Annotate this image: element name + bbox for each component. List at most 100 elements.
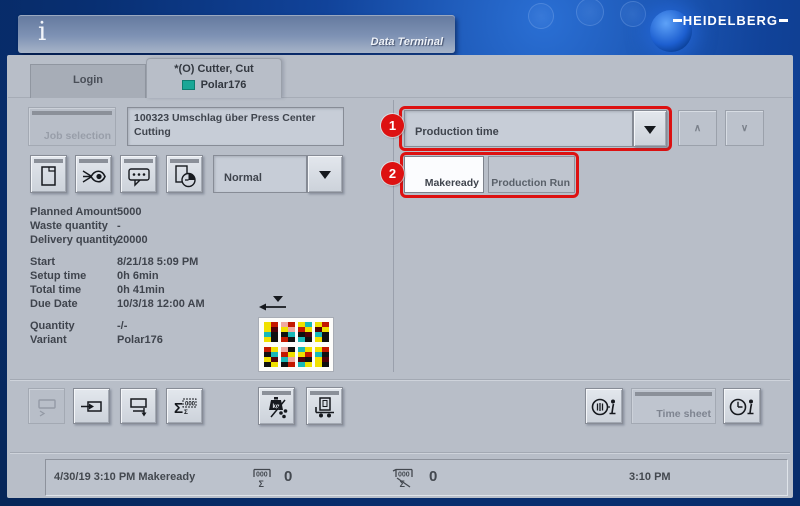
svg-text:Σ: Σ (259, 479, 265, 489)
thumbnail-colorbar-group (298, 322, 312, 342)
value-waste-quantity: - (117, 220, 121, 232)
svg-text:000: 000 (256, 472, 268, 479)
speed-mode-dropdown-button[interactable] (307, 155, 343, 193)
time-type-text: Production time (415, 126, 499, 138)
value-planned-amount: 5000 (117, 206, 142, 218)
waste-count-value: 0 (429, 468, 438, 485)
label-total-time: Total time (30, 284, 82, 296)
view-eye-icon (82, 170, 106, 183)
arrow-into-sheet-icon (81, 401, 102, 412)
thumbnail-colorbar-group (298, 347, 312, 367)
tab-cutter[interactable]: *(O) Cutter, Cut Polar176 (146, 58, 282, 98)
speed-mode-text: Normal (224, 172, 262, 184)
label-quantity: Quantity (30, 320, 75, 332)
deco-ring-2 (576, 0, 604, 26)
job-preview-button[interactable] (75, 155, 112, 193)
operator-time-button[interactable] (723, 388, 761, 424)
title-bar: i Data Terminal (18, 15, 455, 53)
makeready-label: Makeready (424, 177, 479, 189)
sheet-out-button[interactable] (120, 388, 157, 424)
deco-ring-3 (620, 1, 646, 27)
time-type-value[interactable]: Production time (404, 110, 633, 147)
logo-right-bar (779, 19, 788, 22)
label-due-date: Due Date (30, 298, 78, 310)
svg-text:Σ: Σ (184, 409, 188, 416)
cut-direction-arrow-icon (259, 296, 286, 311)
tab-cutter-title: *(O) Cutter, Cut (174, 63, 254, 75)
value-setup-time: 0h 6min (117, 270, 159, 282)
svg-text:000: 000 (398, 472, 410, 479)
pallet-trolley-icon (315, 397, 334, 418)
production-run-label: Production Run (491, 177, 570, 189)
sigma-counter-icon: Σ 000 Σ (174, 398, 197, 417)
makeready-button[interactable]: Makeready (404, 156, 484, 193)
time-sheet-button[interactable]: Time sheet (631, 388, 716, 424)
info-icon: i (38, 17, 47, 47)
svg-text:Σ: Σ (174, 400, 183, 417)
clock-person-icon (729, 398, 754, 416)
value-quantity: -/- (117, 320, 128, 332)
machine-status-icon (181, 80, 195, 90)
value-total-time: 0h 41min (117, 284, 165, 296)
job-info-line1: 100323 Umschlag über Press Center (134, 112, 316, 124)
tally-person-icon (591, 398, 616, 416)
counter-total-button[interactable]: Σ 000 Σ (166, 388, 203, 424)
deco-ring-1 (528, 3, 554, 29)
sheet-thumbnail (258, 317, 334, 372)
label-delivery-quantity: Delivery quantity (30, 234, 119, 246)
tab-login-label: Login (73, 74, 103, 86)
operator-counter-button[interactable] (585, 388, 623, 424)
svg-text:000: 000 (185, 402, 196, 408)
pallet-button[interactable] (306, 387, 343, 425)
job-times-button[interactable] (166, 155, 203, 193)
marker-1-number: 1 (388, 118, 397, 133)
down-chevron-icon: ∨ (740, 122, 749, 134)
app-title: Data Terminal (370, 36, 443, 48)
thumbnail-colorbar-group (281, 322, 295, 342)
thumbnail-colorbar-group (264, 347, 278, 367)
job-document-button[interactable] (30, 155, 67, 193)
label-start: Start (30, 256, 56, 268)
status-clock: 3:10 PM (629, 471, 671, 483)
marker-2-number: 2 (388, 166, 397, 181)
label-planned-amount: Planned Amount (30, 206, 117, 218)
job-selection-button[interactable]: Job selection (28, 107, 116, 146)
up-chevron-icon: ∧ (693, 122, 702, 134)
tab-cutter-machine: Polar176 (200, 79, 247, 91)
value-delivery-quantity: 20000 (117, 234, 148, 246)
label-variant: Variant (30, 334, 67, 346)
annotation-marker-1: 1 (381, 114, 404, 137)
status-message: 4/30/19 3:10 PM Makeready (54, 471, 196, 483)
toolbar-bottom-divider (10, 452, 790, 453)
job-info-line2: Cutting (134, 126, 171, 139)
good-count-icon: 000 Σ (253, 468, 271, 489)
thumbnail-colorbar-group (264, 322, 278, 342)
speed-mode-value[interactable]: Normal (213, 155, 307, 193)
heidelberg-logo: HEIDELBERG (672, 13, 788, 28)
value-due-date: 10/3/18 12:00 AM (117, 298, 205, 310)
scroll-down-button[interactable]: ∨ (725, 110, 764, 146)
sheet-action-disabled-button[interactable] (28, 388, 65, 424)
time-sheet-label: Time sheet (656, 408, 711, 420)
scroll-up-button[interactable]: ∧ (678, 110, 717, 146)
remarks-button[interactable] (120, 155, 157, 193)
label-setup-time: Setup time (30, 270, 87, 282)
logo-left-bar (672, 19, 682, 22)
time-type-dropdown-button[interactable] (633, 110, 667, 147)
app-window: HEIDELBERG i Data Terminal Login *(O) Cu… (0, 0, 800, 506)
sheet-in-button[interactable] (73, 388, 110, 424)
logo-text: HEIDELBERG (682, 13, 778, 28)
tab-login[interactable]: Login (30, 64, 146, 98)
chevron-down-icon (644, 125, 656, 134)
panel-divider (393, 100, 394, 372)
value-start: 8/21/18 5:09 PM (117, 256, 199, 268)
sheet-outline-icon (38, 399, 56, 417)
thumbnail-colorbar-group (315, 322, 329, 342)
waste-count-icon: 000 Σ (392, 468, 413, 489)
waste-entry-button[interactable]: kg (258, 387, 295, 425)
chevron-down-icon (319, 170, 331, 179)
value-variant: Polar176 (117, 334, 163, 346)
production-run-button[interactable]: Production Run (488, 156, 575, 193)
page-clock-icon (175, 165, 196, 188)
arrow-out-of-sheet-icon (130, 398, 147, 417)
